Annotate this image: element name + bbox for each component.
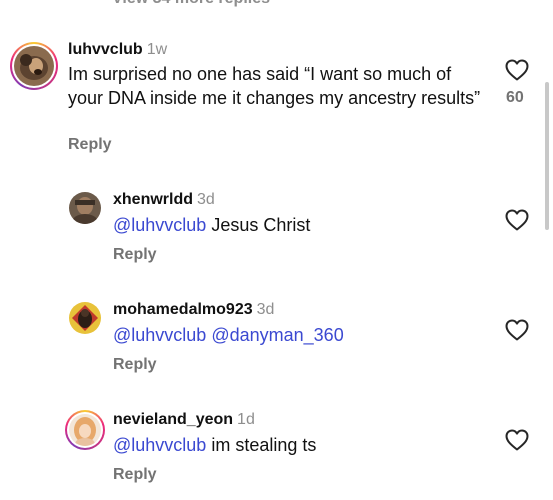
comment-body: im stealing ts — [211, 435, 317, 455]
avatar-story-ring[interactable] — [10, 42, 58, 90]
reply-button[interactable]: Reply — [113, 466, 157, 484]
comment-username[interactable]: luhvvclub — [68, 41, 143, 58]
reply-button[interactable]: Reply — [113, 246, 157, 264]
comment-username[interactable]: mohamedalmo923 — [113, 301, 253, 318]
avatar — [69, 414, 101, 446]
comment-text: @luhvvclub Jesus Christ — [113, 213, 493, 237]
comment-time: 3d — [256, 301, 275, 318]
comment-username[interactable]: xhenwrldd — [113, 191, 193, 208]
mention-link[interactable]: @luhvvclub — [113, 325, 206, 345]
comment-username[interactable]: nevieland_yeon — [113, 411, 233, 428]
comment-time: 1d — [237, 411, 255, 428]
comment-text: @luhvvclub im stealing ts — [113, 433, 493, 457]
mention-link[interactable]: @luhvvclub — [113, 435, 206, 455]
comment-time: 3d — [197, 191, 215, 208]
mention-link[interactable]: @luhvvclub — [113, 215, 206, 235]
avatar[interactable] — [69, 302, 101, 334]
avatar[interactable] — [69, 192, 101, 224]
heart-outline-icon[interactable] — [505, 319, 529, 341]
heart-outline-icon[interactable] — [505, 59, 529, 81]
reply-button[interactable]: Reply — [68, 136, 112, 154]
reply-button[interactable]: Reply — [113, 356, 157, 374]
comment-time: 1w — [146, 41, 168, 58]
comment-text: Im surprised no one has said “I want so … — [68, 64, 481, 108]
comment-body: Jesus Christ — [211, 215, 311, 235]
scrollbar[interactable] — [545, 82, 549, 230]
view-more-replies[interactable]: View 34 more replies — [112, 0, 270, 8]
like-count: 60 — [506, 89, 524, 106]
heart-outline-icon[interactable] — [505, 209, 529, 231]
avatar-story-ring[interactable] — [65, 410, 105, 450]
heart-outline-icon[interactable] — [505, 429, 529, 451]
comment-text: @luhvvclub @danyman_360 — [113, 323, 493, 347]
avatar — [14, 46, 54, 86]
mention-link[interactable]: @danyman_360 — [211, 325, 343, 345]
